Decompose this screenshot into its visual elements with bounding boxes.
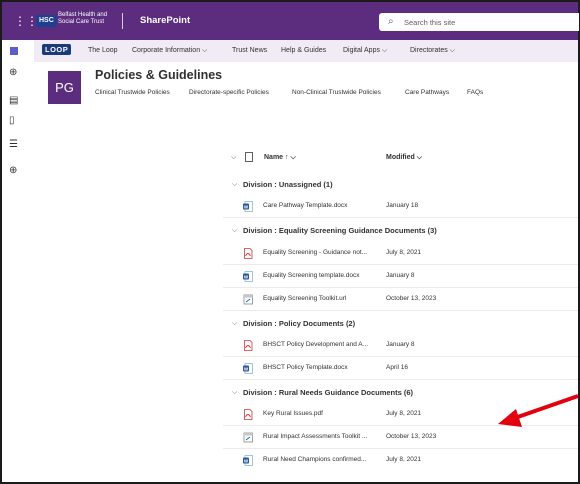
annotation-arrow (498, 394, 579, 427)
